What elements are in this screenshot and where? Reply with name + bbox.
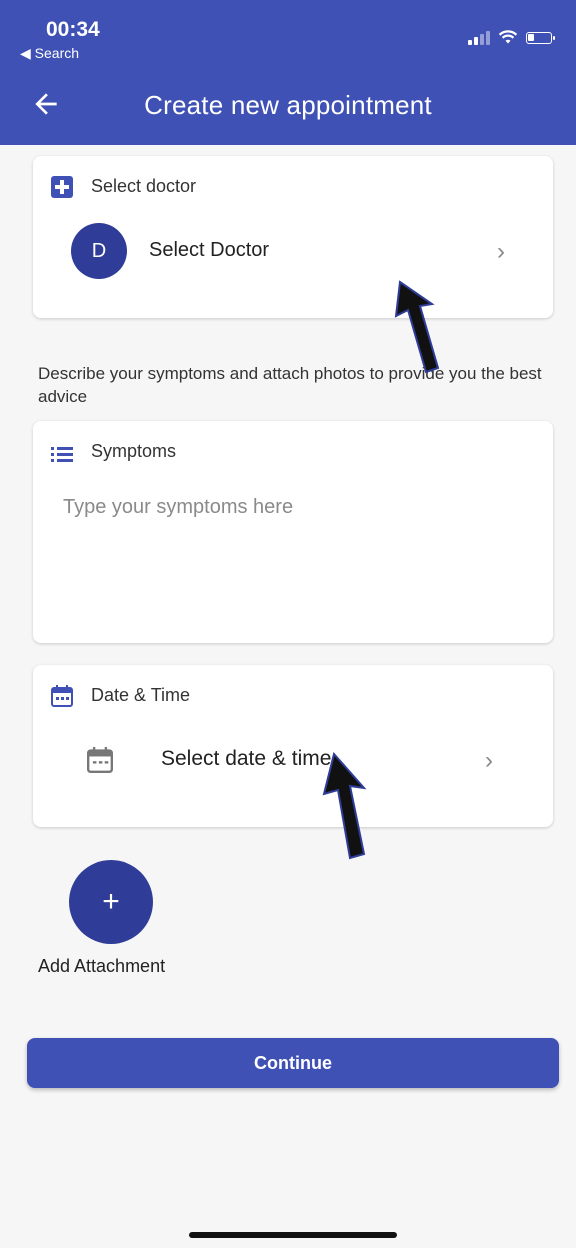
page-title: Create new appointment <box>144 90 432 120</box>
symptoms-description: Describe your symptoms and attach photos… <box>38 364 542 406</box>
chevron-right-icon: › <box>485 747 493 774</box>
symptoms-card: Symptoms <box>33 421 553 643</box>
add-attachment-label: Add Attachment <box>38 956 166 976</box>
continue-button[interactable]: Continue <box>27 1038 559 1088</box>
signal-icon <box>468 30 490 45</box>
home-indicator[interactable] <box>189 1232 397 1238</box>
doctor-avatar: D <box>71 223 127 279</box>
select-doctor-value: Select Doctor <box>149 239 270 261</box>
back-to-search-link[interactable]: ◀ Search <box>20 45 79 62</box>
select-date-time-value: Select date & time <box>161 747 332 770</box>
annotation-arrow-icon <box>394 280 440 374</box>
date-time-card[interactable]: Date & Time Select date & time › <box>33 665 553 827</box>
chevron-right-icon: › <box>497 238 505 265</box>
date-time-label: Date & Time <box>91 685 191 705</box>
add-attachment-button[interactable]: + <box>69 860 153 944</box>
symptoms-label: Symptoms <box>91 441 177 461</box>
status-indicators <box>468 30 555 45</box>
app-header: 00:34 ◀ Search Create new appointment <box>0 0 576 145</box>
status-time: 00:34 <box>46 18 100 41</box>
medical-cross-icon <box>51 176 73 198</box>
select-doctor-card[interactable]: Select doctor D Select Doctor › <box>33 156 553 318</box>
battery-icon <box>526 31 555 44</box>
calendar-icon <box>51 685 73 707</box>
list-icon <box>51 447 73 462</box>
symptoms-input[interactable] <box>61 495 525 520</box>
annotation-arrow-icon <box>322 752 367 860</box>
calendar-outline-icon <box>87 747 113 773</box>
wifi-icon <box>498 30 518 44</box>
select-doctor-label: Select doctor <box>91 176 197 196</box>
